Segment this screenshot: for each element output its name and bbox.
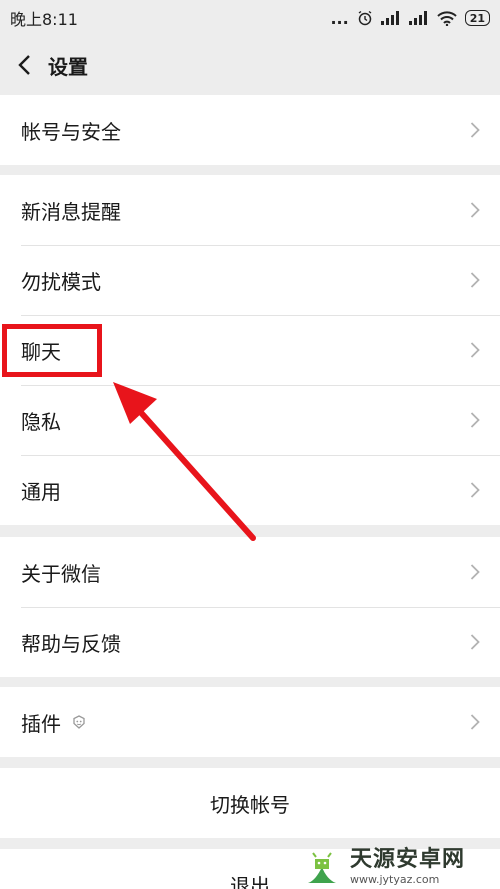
chevron-right-icon xyxy=(470,564,480,580)
settings-item-do-not-disturb[interactable]: 勿扰模式 xyxy=(0,245,500,315)
chevron-right-icon xyxy=(470,482,480,498)
settings-item-label: 插件 xyxy=(21,711,61,736)
settings-item-about-wechat[interactable]: 关于微信 xyxy=(0,537,500,607)
back-button[interactable] xyxy=(0,36,48,94)
settings-item-help-feedback[interactable]: 帮助与反馈 xyxy=(0,607,500,677)
settings-item-account-security[interactable]: 帐号与安全 xyxy=(0,95,500,165)
wifi-icon xyxy=(436,10,457,26)
battery-icon: 21 xyxy=(464,10,490,26)
more-notifications-icon: ... xyxy=(330,8,349,28)
chevron-right-icon xyxy=(470,714,480,730)
chevron-right-icon xyxy=(470,412,480,428)
chevron-left-icon xyxy=(18,55,30,75)
watermark-url: www.jytyaz.com xyxy=(350,873,440,886)
settings-item-label: 隐私 xyxy=(21,409,61,434)
status-bar: 晚上8:11 ... 21 xyxy=(0,0,500,36)
settings-item-label: 帐号与安全 xyxy=(21,119,121,144)
chevron-right-icon xyxy=(470,342,480,358)
signal-icon xyxy=(380,11,399,25)
switch-account-group: 切换帐号 xyxy=(0,768,500,838)
settings-item-label: 帮助与反馈 xyxy=(21,631,121,656)
highlight-box xyxy=(2,324,102,377)
settings-item-notifications[interactable]: 新消息提醒 xyxy=(0,175,500,245)
chevron-right-icon xyxy=(470,634,480,650)
chevron-right-icon xyxy=(470,272,480,288)
chevron-right-icon xyxy=(470,122,480,138)
settings-item-label: 通用 xyxy=(21,479,61,504)
alarm-icon xyxy=(358,10,372,26)
settings-group-account: 帐号与安全 xyxy=(0,95,500,165)
watermark-title: 天源安卓网 xyxy=(350,847,466,872)
status-time: 晚上8:11 xyxy=(10,10,78,29)
settings-item-label: 勿扰模式 xyxy=(21,269,101,294)
android-logo-icon xyxy=(308,852,336,883)
chevron-right-icon xyxy=(470,202,480,218)
settings-item-label: 关于微信 xyxy=(21,561,101,586)
watermark: 天源安卓网 www.jytyaz.com xyxy=(300,845,500,889)
status-icons: ... 21 xyxy=(330,9,490,28)
settings-group-plugins: 插件 xyxy=(0,687,500,757)
settings-group-about: 关于微信 帮助与反馈 xyxy=(0,537,500,677)
settings-item-plugins[interactable]: 插件 xyxy=(0,687,500,757)
settings-item-label: 新消息提醒 xyxy=(21,199,121,224)
hd-signal-icon xyxy=(408,11,427,25)
settings-item-general[interactable]: 通用 xyxy=(0,455,500,525)
settings-item-privacy[interactable]: 隐私 xyxy=(0,385,500,455)
page-title: 设置 xyxy=(48,54,88,79)
nav-bar: 设置 xyxy=(0,36,500,94)
switch-account-button[interactable]: 切换帐号 xyxy=(0,768,500,838)
plugin-sticker-icon xyxy=(71,714,87,730)
